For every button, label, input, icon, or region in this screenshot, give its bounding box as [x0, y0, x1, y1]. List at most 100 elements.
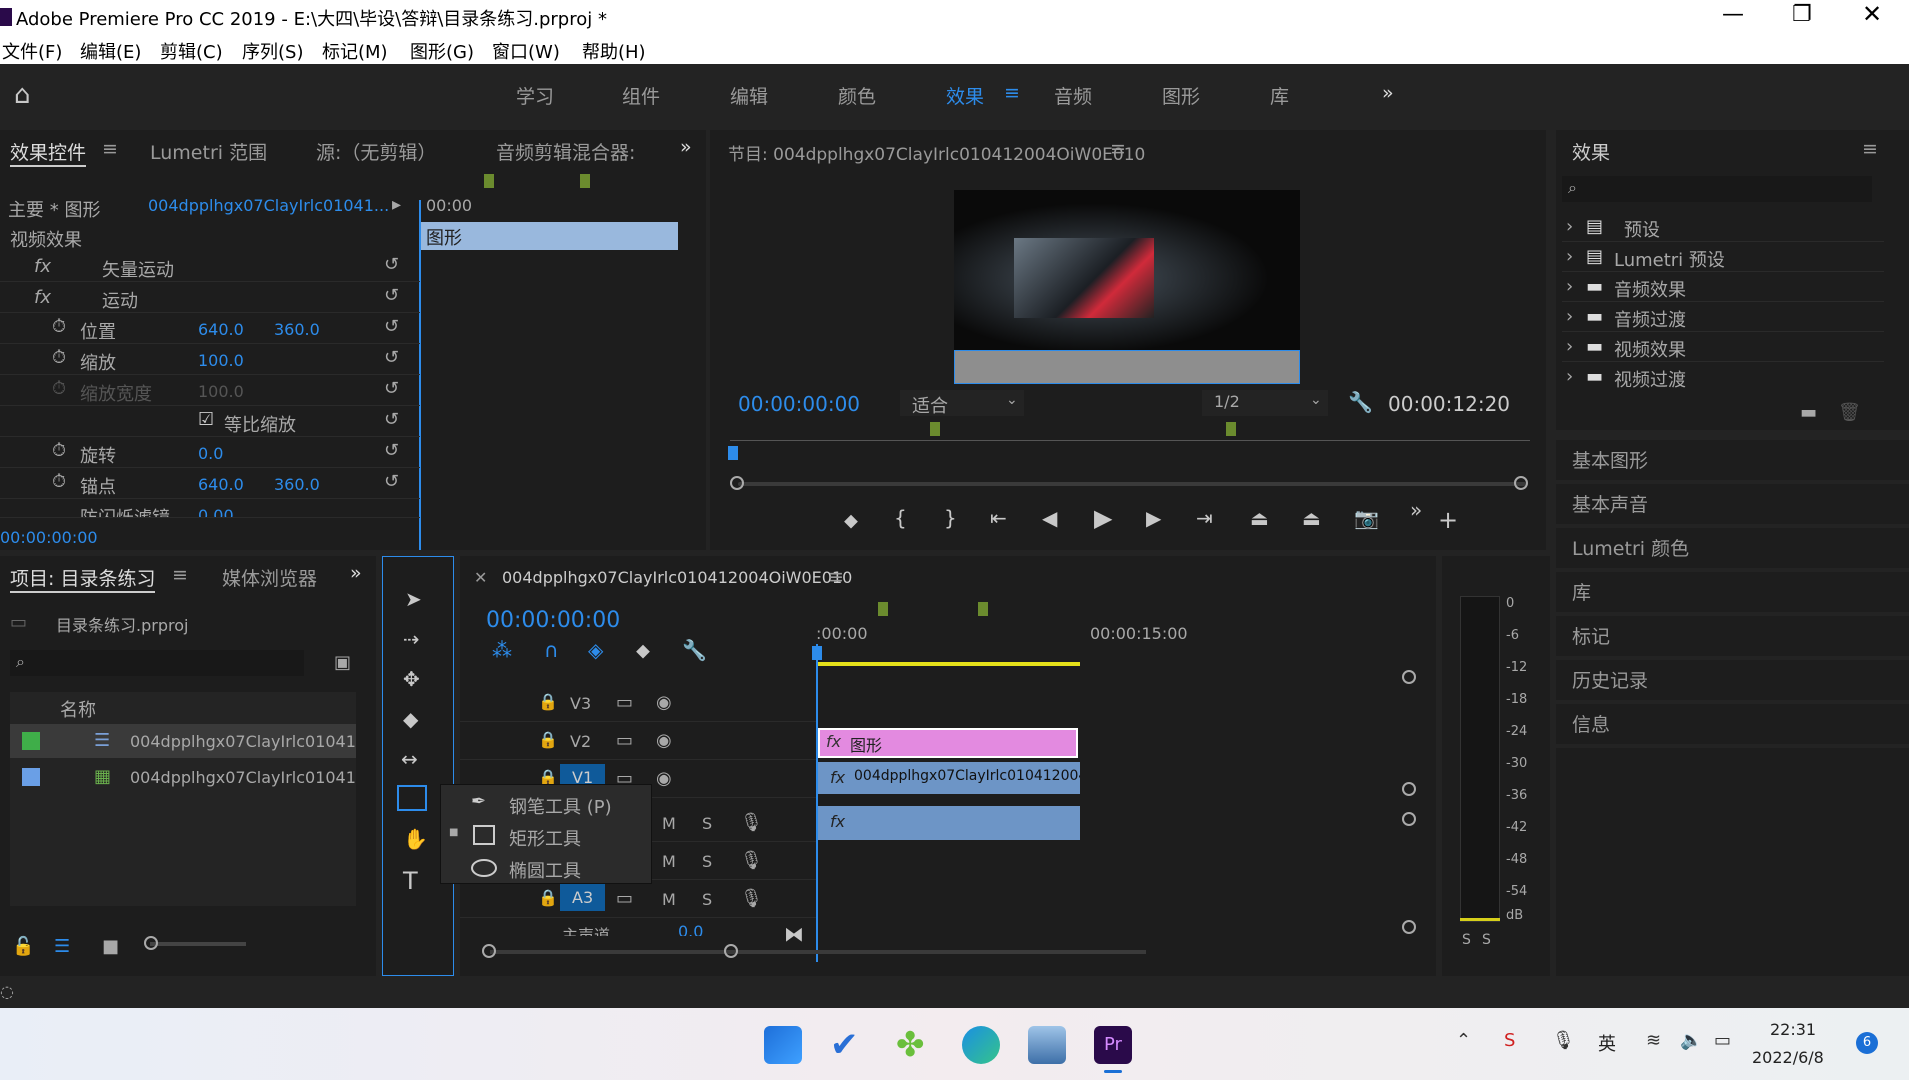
effect-row[interactable]: ⏱ 位置 640.0 360.0 ↺	[0, 314, 420, 344]
sync-lock-icon[interactable]: ▭	[616, 730, 633, 751]
clover-app-icon[interactable]: ✤	[896, 1026, 934, 1064]
new-bin-icon[interactable]: ▬	[1800, 402, 1817, 423]
tab-lumetri-scopes[interactable]: Lumetri 范围	[150, 138, 267, 165]
zoom-slider[interactable]	[150, 942, 246, 946]
effects-folder-item[interactable]: › ▬ 视频效果	[1562, 334, 1884, 362]
workspace-graphics[interactable]: 图形	[1162, 82, 1200, 109]
column-header-name[interactable]: 名称	[60, 696, 96, 722]
lock-icon[interactable]: 🔒	[538, 692, 558, 711]
menu-graphics[interactable]: 图形(G)	[410, 38, 474, 64]
microphone-icon[interactable]: 🎙	[740, 850, 763, 871]
expand-arrow-icon[interactable]: ›	[1566, 246, 1573, 267]
track-v2[interactable]: 🔒 V2 ▭ ◉	[460, 724, 816, 760]
panel-history[interactable]: 历史记录	[1556, 660, 1909, 700]
clip-bar[interactable]: 图形	[420, 222, 678, 250]
mark-out-icon[interactable]: }	[944, 508, 957, 528]
home-icon[interactable]: ⌂	[14, 82, 31, 108]
reset-icon[interactable]: ↺	[384, 254, 399, 275]
track-scroll-handle[interactable]	[1402, 920, 1416, 934]
step-back-icon[interactable]: ◀	[1042, 508, 1057, 528]
track-scroll-handle[interactable]	[1402, 812, 1416, 826]
effect-controls-timecode[interactable]: 00:00:00:00	[0, 528, 98, 547]
scroll-handle[interactable]	[724, 944, 738, 958]
eye-icon[interactable]: ◉	[656, 768, 672, 789]
todo-app-icon[interactable]: ✔	[830, 1026, 868, 1064]
tab-source[interactable]: 源:（无剪辑）	[316, 138, 436, 165]
reset-icon[interactable]: ↺	[384, 316, 399, 337]
panel-menu-icon[interactable]: ≡	[1862, 138, 1878, 160]
tab-project[interactable]: 项目: 目录条练习	[10, 564, 156, 593]
zoom-scrollbar[interactable]	[738, 482, 1526, 486]
effects-folder-item[interactable]: › ▬ 视频过渡	[1562, 364, 1884, 392]
photos-app-icon[interactable]	[1028, 1026, 1066, 1064]
workspace-libraries[interactable]: 库	[1270, 82, 1289, 109]
zoom-fit-icon[interactable]: ⧓	[784, 924, 804, 944]
project-search-input[interactable]: ⌕	[10, 650, 304, 676]
battery-icon[interactable]: ▭	[1714, 1030, 1731, 1051]
scroll-handle[interactable]	[1514, 476, 1528, 490]
close-sequence-icon[interactable]: ✕	[474, 568, 487, 587]
stopwatch-icon[interactable]: ⏱	[52, 471, 66, 492]
lift-icon[interactable]: ⏏	[1250, 508, 1269, 528]
linked-selection-icon[interactable]: ∩	[544, 640, 559, 660]
trash-icon[interactable]: 🗑	[1838, 402, 1861, 423]
stopwatch-icon[interactable]: ⏱	[52, 440, 66, 461]
reset-icon[interactable]: ↺	[384, 285, 399, 306]
reset-icon[interactable]: ↺	[384, 409, 399, 430]
menu-item-pen-tool[interactable]: ✒ 钢笔工具 (P)	[441, 789, 653, 819]
icon-view-icon[interactable]: ■	[102, 936, 119, 957]
more-panels-icon[interactable]: »	[680, 136, 692, 158]
solo-left-button[interactable]: S	[1462, 932, 1471, 948]
reset-icon[interactable]: ↺	[384, 471, 399, 492]
list-item[interactable]: ▦ 004dpplhgx07ClayIrlc01041	[10, 760, 356, 794]
list-view-icon[interactable]: ☰	[54, 936, 70, 957]
selection-tool-icon[interactable]: ➤	[405, 589, 422, 609]
workspace-color[interactable]: 颜色	[838, 82, 876, 109]
effect-row[interactable]: 防闪烁滤镜 0.00	[0, 500, 420, 518]
mute-button[interactable]: M	[662, 852, 676, 871]
clock-date[interactable]: 2022/6/8	[1752, 1048, 1824, 1067]
close-icon[interactable]: ✕	[1862, 0, 1882, 28]
resolution-dropdown[interactable]: 1/2 ⌄	[1202, 390, 1328, 416]
menu-marker[interactable]: 标记(M)	[322, 38, 388, 64]
graphic-overlay[interactable]	[954, 350, 1300, 384]
effects-folder-item[interactable]: › ▤ Lumetri 预设	[1562, 244, 1884, 272]
add-marker-icon[interactable]: ◈	[588, 640, 603, 660]
clip-audio[interactable]: fx	[818, 806, 1080, 840]
timeline-playhead[interactable]	[816, 644, 818, 962]
expand-arrow-icon[interactable]: ›	[1566, 366, 1573, 387]
panel-menu-icon[interactable]: ≡	[102, 138, 118, 160]
stopwatch-icon[interactable]: ⏱	[52, 347, 66, 368]
track-a3[interactable]: 🔒 A3 ▭ M S 🎙	[460, 882, 816, 918]
timeline-timecode[interactable]: 00:00:00:00	[486, 608, 620, 633]
microphone-icon[interactable]: 🎙	[1552, 1030, 1575, 1051]
menu-sequence[interactable]: 序列(S)	[242, 38, 303, 64]
play-icon[interactable]: ▶	[1094, 506, 1112, 530]
clip-video[interactable]: fx 004dpplhgx07ClayIrlc010412004OiW0E010	[818, 762, 1080, 794]
work-area-bar[interactable]	[816, 662, 1080, 666]
button-editor-icon[interactable]: +	[1438, 508, 1458, 532]
microphone-icon[interactable]: 🎙	[740, 812, 763, 833]
clock-time[interactable]: 22:31	[1770, 1020, 1816, 1039]
value-y[interactable]: 360.0	[274, 475, 320, 494]
workspace-effects[interactable]: 效果	[946, 82, 984, 109]
mark-in-icon[interactable]: {	[894, 508, 907, 528]
expand-arrow-icon[interactable]: ▸	[392, 194, 401, 215]
mute-button[interactable]: M	[662, 814, 676, 833]
track-select-tool-icon[interactable]: ⇢	[403, 629, 420, 649]
tab-audio-clip-mixer[interactable]: 音频剪辑混合器:	[496, 138, 635, 165]
expand-arrow-icon[interactable]: ›	[1566, 216, 1573, 237]
track-name[interactable]: A3	[560, 884, 606, 911]
effects-folder-item[interactable]: › ▬ 音频过渡	[1562, 304, 1884, 332]
mute-button[interactable]: M	[662, 890, 676, 909]
solo-button[interactable]: S	[702, 890, 712, 909]
maximize-icon[interactable]: ❐	[1792, 2, 1812, 27]
tab-media-browser[interactable]: 媒体浏览器	[222, 564, 317, 591]
program-timecode[interactable]: 00:00:00:00	[738, 392, 860, 416]
master-volume[interactable]: 0.0	[678, 922, 703, 936]
start-icon[interactable]	[764, 1026, 802, 1064]
eye-icon[interactable]: ◉	[656, 692, 672, 713]
eye-icon[interactable]: ◉	[656, 730, 672, 751]
menu-item-rectangle-tool[interactable]: ■ 矩形工具	[441, 821, 653, 851]
panel-lumetri-color[interactable]: Lumetri 颜色	[1556, 528, 1909, 568]
